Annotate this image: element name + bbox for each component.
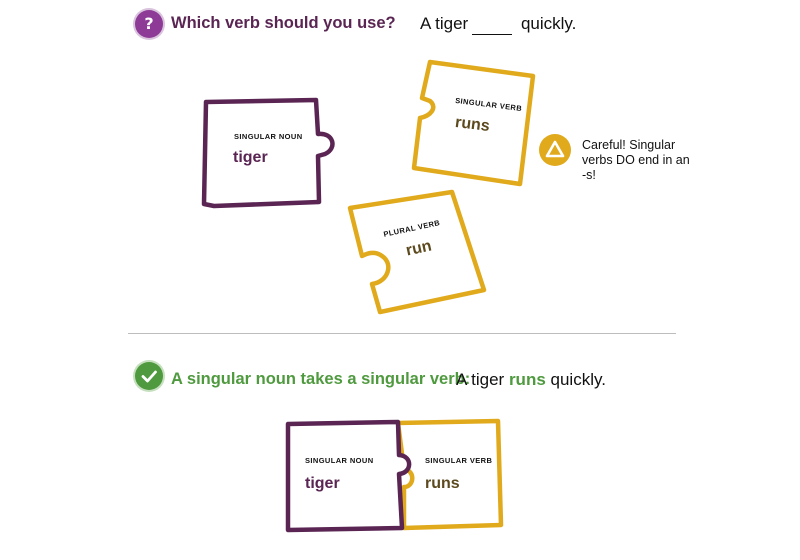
warning-text: Careful! Singular verbs DO end in an -s! (582, 138, 690, 182)
question-text: Which verb should you use? (171, 14, 396, 32)
noun-label: SINGULAR NOUN (234, 132, 303, 141)
result-noun-label: SINGULAR NOUN (305, 456, 374, 465)
answer-label: A singular noun takes a singular verb: (171, 370, 471, 388)
answer-verb: runs (508, 370, 546, 389)
result-verb-label: SINGULAR VERB (425, 456, 493, 465)
question-icon: ? (135, 10, 163, 38)
result-noun-puzzle-piece (285, 419, 412, 533)
question-sentence: A tiger quickly. (420, 14, 577, 35)
section-divider (128, 333, 676, 334)
answer-blank (472, 14, 513, 35)
answer-sentence: A tiger runs quickly. (456, 370, 606, 389)
check-icon (135, 362, 163, 390)
noun-word: tiger (233, 149, 268, 166)
noun-puzzle-piece[interactable] (198, 96, 343, 214)
result-noun-word: tiger (305, 475, 340, 492)
warning-triangle-icon (539, 134, 571, 166)
result-verb-word: runs (425, 475, 460, 492)
